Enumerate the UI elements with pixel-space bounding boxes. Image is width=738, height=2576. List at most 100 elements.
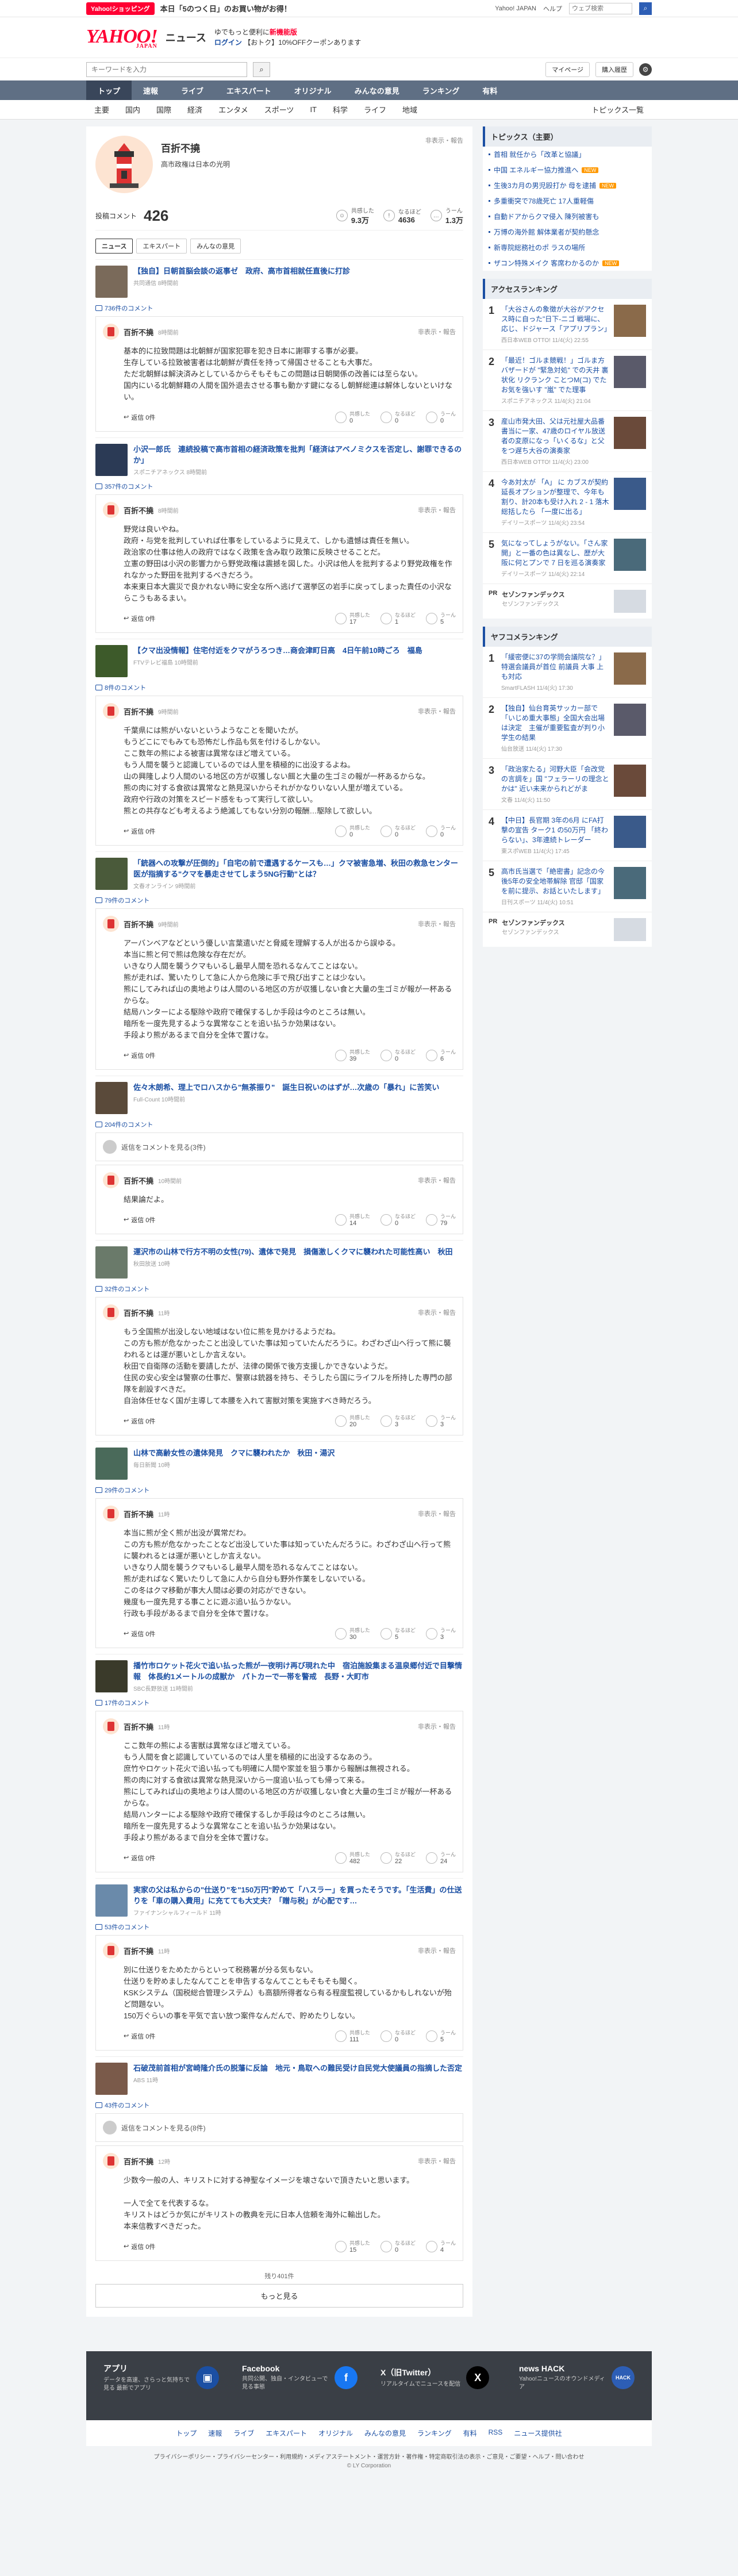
mypage-button[interactable]: マイページ: [545, 62, 590, 77]
subnav-international[interactable]: 国際: [148, 104, 179, 115]
hmm-button[interactable]: うーん 24: [425, 1851, 456, 1865]
nav-top[interactable]: トップ: [86, 80, 132, 100]
news-section-title[interactable]: ニュース: [166, 30, 206, 45]
news-search-input[interactable]: [86, 62, 247, 77]
avatar[interactable]: [103, 324, 119, 340]
naruhodo-button[interactable]: なるほど 0: [380, 1048, 416, 1062]
topics-list-link[interactable]: トピックス一覧: [583, 104, 652, 115]
nav-opinions[interactable]: みんなの意見: [343, 80, 411, 100]
comment-author[interactable]: 百折不撓: [124, 1945, 153, 1956]
ranking-item[interactable]: 1 「大谷さんの象徴が大谷がアクセス時に自った"日下-ニゴ 戦場に、応じ、ドジャ…: [483, 299, 652, 350]
footer-app[interactable]: アプリ データを高速、さらっと気持ちで見る 最新でアプリ ▣: [103, 2363, 219, 2393]
reply-button[interactable]: ↩ニュース返信 0件: [124, 827, 155, 836]
avatar[interactable]: [103, 502, 119, 518]
ranking-title[interactable]: 高市氏当選で「絶密書」記念の今後5年の安全地帯解除 官邸「国家を前に提示、お話と…: [501, 867, 609, 896]
footer-facebook[interactable]: Facebook 共同公開、独自・インタビューで見る事態 f: [242, 2363, 358, 2393]
comment-author[interactable]: 百折不撓: [124, 1508, 153, 1519]
subnav-domestic[interactable]: 国内: [117, 104, 148, 115]
report-link[interactable]: 非表示・報告: [418, 505, 456, 515]
ranking-title[interactable]: 今あ対太が 「A」 に カブスが契約延長オプションが整理で、今年も割り、計20本…: [501, 478, 609, 517]
report-link[interactable]: 非表示・報告: [418, 1946, 456, 1955]
more-button[interactable]: もっと見る: [95, 2284, 463, 2308]
tab-opinions[interactable]: みんなの意見: [190, 239, 241, 254]
nav-paid[interactable]: 有料: [471, 80, 509, 100]
replies-summary[interactable]: 返信をコメントを見る(3件): [95, 1132, 463, 1161]
nav-live[interactable]: ライブ: [170, 80, 215, 100]
article-thumbnail[interactable]: [95, 1660, 128, 1692]
topic-link[interactable]: 首相 就任から「改革と協議」: [483, 147, 652, 162]
footer-nav-live[interactable]: ライブ: [233, 2428, 254, 2438]
web-search-input[interactable]: [569, 2, 632, 14]
reply-button[interactable]: ↩ニュース返信 0件: [124, 413, 155, 422]
nav-expert[interactable]: エキスパート: [215, 80, 283, 100]
reply-button[interactable]: ↩ニュース返信 0件: [124, 1629, 155, 1638]
naruhodo-button[interactable]: なるほど 0: [380, 1212, 416, 1227]
report-link[interactable]: 非表示・報告: [418, 327, 456, 336]
comment-count-link[interactable]: 17件のコメント: [95, 1698, 463, 1707]
article-thumbnail[interactable]: [95, 1448, 128, 1480]
ranking-title[interactable]: 【独自】仙台育英サッカー部で「いじめ重大事態」全国大会出場は決定 主催が重要監査…: [501, 704, 609, 743]
ranking-title[interactable]: 産山市発大田、父は元社屋大品番書当に一家、47歳のロイヤル放送者の変原になっ「い…: [501, 417, 609, 456]
article-thumbnail[interactable]: [95, 266, 128, 298]
tab-expert[interactable]: エキスパート: [136, 239, 187, 254]
ranking-item[interactable]: 2 【独自】仙台育英サッカー部で「いじめ重大事態」全国大会出場は決定 主催が重要…: [483, 698, 652, 759]
avatar[interactable]: [103, 916, 119, 932]
comment-count-link[interactable]: 32件のコメント: [95, 1284, 463, 1293]
article-title[interactable]: 石破茂前首相が宮崎隆介氏の脱藩に反論 地元・鳥取への難民受け自民党大使議員の指摘…: [133, 2063, 462, 2074]
empathy-button[interactable]: 共感した 39: [335, 1048, 370, 1062]
ranking-item[interactable]: 2 「最近！ゴルま競戦！」ゴルま方バザードが "緊急対処" での天井 裏状化 リ…: [483, 350, 652, 411]
reply-button[interactable]: ↩ニュース返信 0件: [124, 2242, 155, 2251]
avatar[interactable]: [103, 703, 119, 719]
footer-nav-breaking[interactable]: 速報: [208, 2428, 222, 2438]
article-title[interactable]: 「銃器への攻撃が圧倒的」「自宅の前で遭遇するケースも…」クマ被害急増、秋田の救急…: [133, 858, 463, 880]
report-link[interactable]: 非表示・報告: [418, 1308, 456, 1317]
article-thumbnail[interactable]: [95, 2063, 128, 2095]
footer-x[interactable]: X（旧Twitter） リアルタイムでニュースを配信 X: [380, 2363, 496, 2393]
subnav-main[interactable]: 主要: [86, 104, 117, 115]
empathy-button[interactable]: 共感した 30: [335, 1626, 370, 1641]
hmm-button[interactable]: うーん 4: [425, 2239, 456, 2253]
article-thumbnail[interactable]: [95, 1884, 128, 1917]
footer-nav-ranking[interactable]: ランキング: [417, 2428, 452, 2438]
tab-news[interactable]: ニュース: [95, 239, 133, 254]
empathy-button[interactable]: 共感した 15: [335, 2239, 370, 2253]
footer-nav-rss[interactable]: RSS: [489, 2428, 503, 2438]
ranking-item[interactable]: 1 「緩密便に37の学問会議院な？」特選会議員が首位 前議員 大事 上も対応 S…: [483, 647, 652, 698]
hmm-button[interactable]: うーん 79: [425, 1212, 456, 1227]
subnav-economy[interactable]: 経済: [179, 104, 210, 115]
empathy-button[interactable]: 共感した 17: [335, 611, 370, 625]
article-title[interactable]: 播竹市ロケット花火で追い払った熊が一夜明け再び現れた中 宿泊施設集まる温泉郷付近…: [133, 1660, 463, 1682]
history-button[interactable]: 購入履歴: [595, 62, 633, 77]
avatar[interactable]: [103, 1942, 119, 1959]
empathy-button[interactable]: 共感した 111: [335, 2029, 370, 2043]
comment-count-link[interactable]: 736件のコメント: [95, 304, 463, 313]
subnav-sports[interactable]: スポーツ: [256, 104, 302, 115]
report-link[interactable]: 非表示・報告: [418, 919, 456, 928]
hmm-button[interactable]: うーん 3: [425, 1414, 456, 1428]
comment-author[interactable]: 百折不撓: [124, 1721, 153, 1732]
nav-breaking[interactable]: 速報: [132, 80, 170, 100]
comment-author[interactable]: 百折不撓: [124, 505, 153, 516]
login-link[interactable]: ログイン: [214, 39, 242, 47]
ranking-item[interactable]: 3 「政治家たる」河野大臣「会改党の言調を」国 "フェラーリの理念とかは" 近い…: [483, 759, 652, 810]
empathy-button[interactable]: 共感した 0: [335, 824, 370, 838]
empathy-button[interactable]: 共感した 14: [335, 1212, 370, 1227]
ranking-item[interactable]: 4 今あ対太が 「A」 に カブスが契約延長オプションが整理で、今年も割り、計2…: [483, 472, 652, 533]
article-title[interactable]: 運沢市の山林で行方不明の女性(79)、遺体で発見 損傷激しくクマに襲われた可能性…: [133, 1246, 452, 1257]
report-link[interactable]: 非表示・報告: [418, 1722, 456, 1731]
naruhodo-button[interactable]: なるほど 0: [380, 2029, 416, 2043]
article-title[interactable]: 実家の父は私からの"仕送り"を"150万円"貯めて「ハスラー」を買ったそうです。…: [133, 1884, 463, 1906]
topic-link[interactable]: ザコン特殊メイク 客席わかるのか NEW: [483, 255, 652, 271]
article-title[interactable]: 小沢一郎氏 連続投稿で高市首相の経済政策を批判「経済はアベノミクスを否定し、謝罪…: [133, 444, 463, 466]
topic-link[interactable]: 新専院総務社のポ ラスの場所: [483, 240, 652, 255]
ranking-title[interactable]: 【中日】長官期 3年の6月 にFA打撃の宣告 ターク1 の50万円 「終わらない…: [501, 816, 609, 845]
reply-button[interactable]: ↩ニュース返信 0件: [124, 1853, 155, 1863]
footer-nav-opinions[interactable]: みんなの意見: [364, 2428, 406, 2438]
footer-nav-expert[interactable]: エキスパート: [266, 2428, 307, 2438]
footer-policy-links[interactable]: プライバシーポリシー・プライバシーセンター・利用規約・メディアステートメント・運…: [0, 2446, 738, 2463]
yahoo-japan-link[interactable]: Yahoo! JAPAN: [495, 5, 536, 12]
comment-author[interactable]: 百折不撓: [124, 2156, 153, 2167]
article-title[interactable]: 山林で高齢女性の遺体発見 クマに襲われたか 秋田・湯沢: [133, 1448, 335, 1458]
subnav-local[interactable]: 地域: [394, 104, 425, 115]
naruhodo-button[interactable]: なるほど 5: [380, 1626, 416, 1641]
